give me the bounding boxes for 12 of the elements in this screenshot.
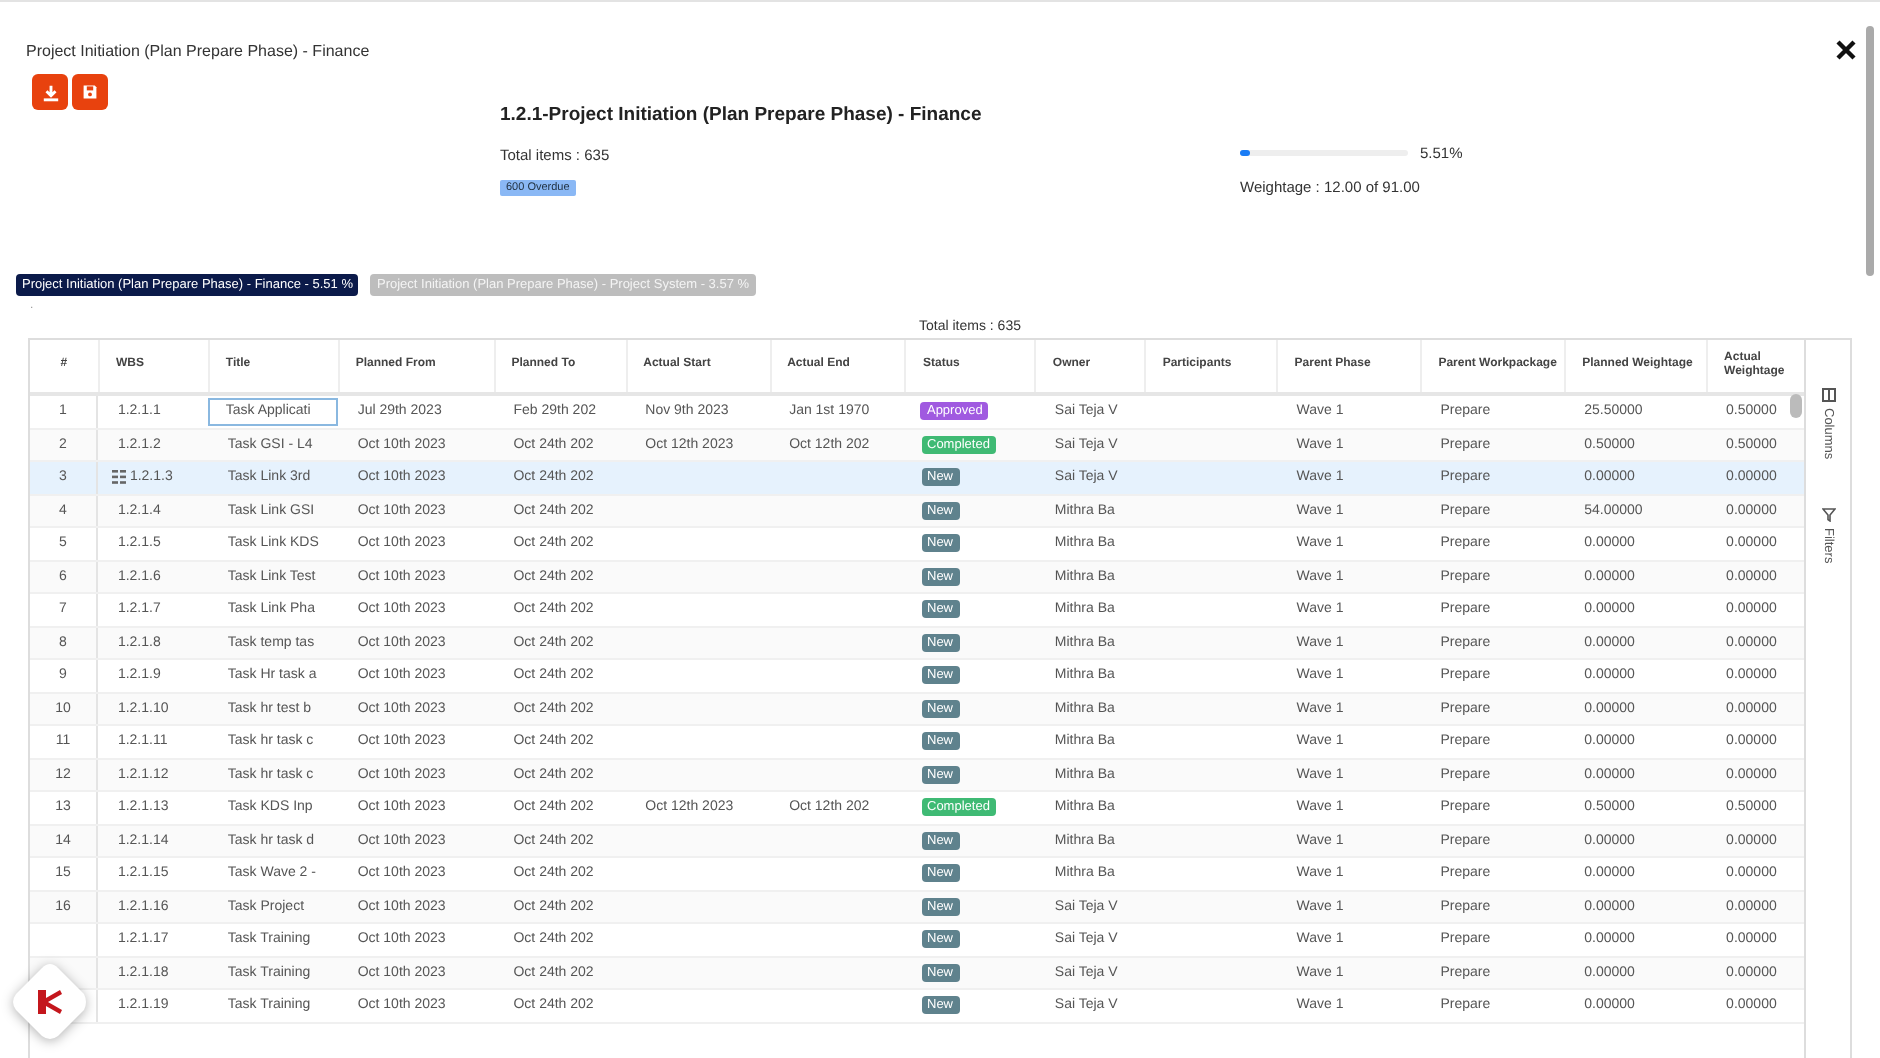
filter-icon xyxy=(1821,507,1836,522)
drag-handle-icon[interactable] xyxy=(111,470,126,485)
floppy-icon xyxy=(82,84,98,100)
summary-heading: 1.2.1-Project Initiation (Plan Prepare Phase) - Finance xyxy=(500,104,984,126)
page-scrollbar[interactable] xyxy=(1866,26,1874,276)
dialog-title: Project Initiation (Plan Prepare Phase) - Finance xyxy=(26,41,370,59)
columns-icon xyxy=(1821,388,1836,402)
download-button[interactable] xyxy=(32,74,68,110)
close-icon[interactable] xyxy=(1836,40,1856,60)
download-icon xyxy=(41,83,59,101)
save-button[interactable] xyxy=(72,74,108,110)
grid-scrollbar[interactable] xyxy=(1790,394,1803,418)
